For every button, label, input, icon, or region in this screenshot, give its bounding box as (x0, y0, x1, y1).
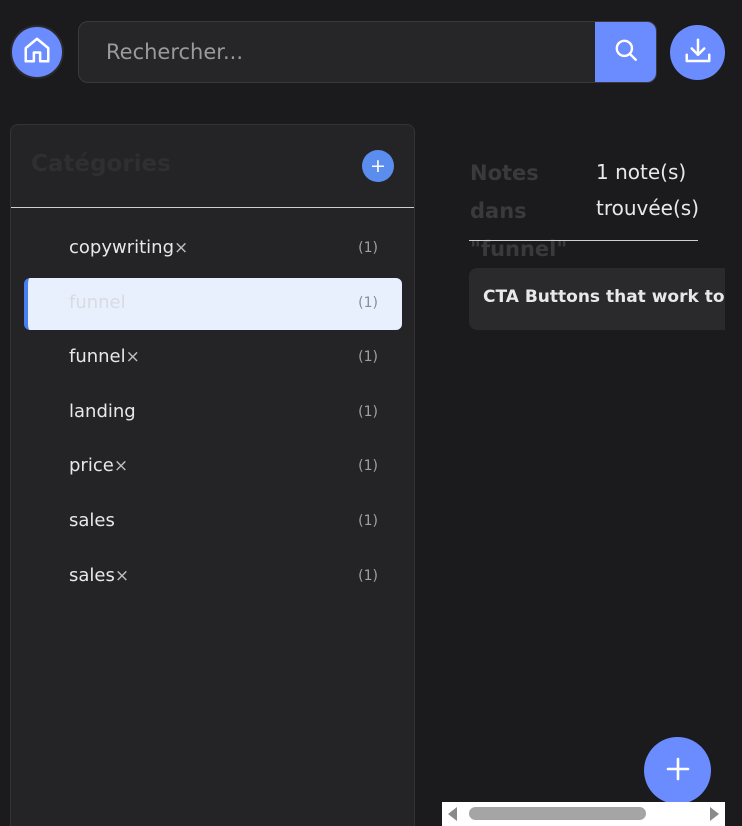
category-label: funnel (69, 291, 126, 313)
remove-category-icon[interactable]: × (115, 566, 129, 586)
category-item-landing[interactable]: landing (1) (24, 387, 402, 439)
category-item-sales-removable[interactable]: sales× (1) (24, 551, 402, 603)
note-title: CTA Buttons that work to sell (483, 287, 725, 307)
category-count: (1) (358, 567, 378, 584)
note-card[interactable]: CTA Buttons that work to sell (469, 268, 725, 330)
remove-category-icon[interactable]: × (126, 347, 140, 367)
category-label: funnel× (69, 346, 140, 368)
category-label: price× (69, 455, 129, 477)
add-note-button[interactable] (644, 737, 711, 804)
category-label: sales (69, 509, 115, 531)
scroll-right-arrow-icon[interactable] (710, 807, 719, 821)
horizontal-scrollbar[interactable] (442, 802, 725, 826)
home-button[interactable] (10, 25, 64, 79)
notes-divider (469, 240, 698, 241)
notes-count: 1 note(s) trouvée(s) (596, 160, 700, 220)
add-category-button[interactable]: + (362, 150, 394, 182)
scrollbar-thumb[interactable] (469, 807, 646, 820)
category-count: (1) (358, 512, 378, 529)
notes-heading: Notes dans "funnel" (470, 161, 568, 261)
category-item-copywriting[interactable]: copywriting× (1) (24, 223, 402, 275)
category-count: (1) (358, 294, 378, 311)
categories-sidebar: Catégories + copywriting× (1) funnel (1)… (10, 124, 415, 826)
category-label: sales× (69, 564, 130, 586)
category-item-price[interactable]: price× (1) (24, 441, 402, 493)
category-count: (1) (358, 349, 378, 366)
search-button[interactable] (595, 22, 656, 82)
category-item-funnel-active[interactable]: funnel (1) (24, 277, 402, 330)
category-label: copywriting× (69, 237, 189, 258)
category-count: (1) (358, 403, 378, 420)
search-input[interactable] (79, 22, 597, 82)
category-list: copywriting× (1) funnel (1) funnel× (1) … (24, 223, 402, 605)
search-icon (613, 37, 639, 67)
category-label: landing (69, 400, 136, 422)
home-icon (22, 35, 52, 69)
category-count: (1) (358, 458, 378, 475)
search-bar (78, 21, 657, 83)
download-icon (683, 36, 713, 70)
remove-category-icon[interactable]: × (114, 456, 128, 476)
remove-category-icon[interactable]: × (174, 238, 188, 258)
category-item-sales[interactable]: sales (1) (24, 496, 402, 548)
app-root: Catégories + copywriting× (1) funnel (1)… (0, 0, 742, 826)
category-count: (1) (358, 240, 378, 256)
category-item-funnel[interactable]: funnel× (1) (24, 332, 402, 384)
download-button[interactable] (670, 25, 725, 80)
sidebar-header: Catégories + (11, 125, 414, 208)
scroll-left-arrow-icon[interactable] (448, 807, 457, 821)
sidebar-title: Catégories (31, 151, 171, 177)
plus-icon (666, 757, 690, 785)
